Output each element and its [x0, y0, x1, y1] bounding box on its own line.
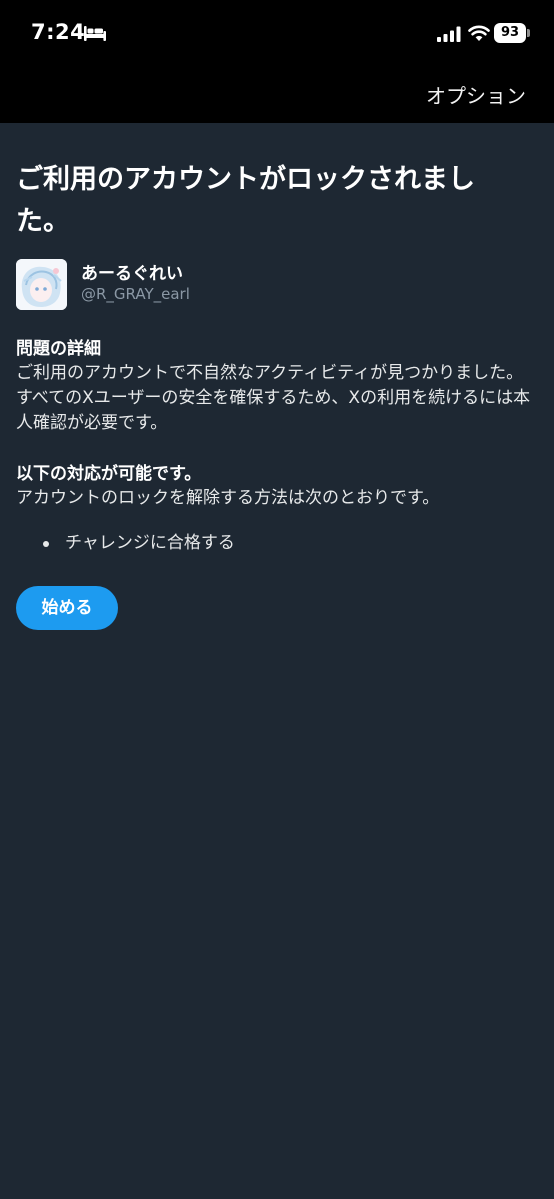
- details-heading: 問題の詳細: [16, 339, 101, 359]
- details-body: ご利用のアカウントで不自然なアクティビティが見つかりました。すべてのXユーザーの…: [16, 363, 531, 433]
- avatar-illustration-icon: [16, 259, 67, 310]
- signal-icon: [437, 26, 461, 42]
- account-handle: @R_GRAY_earl: [81, 285, 190, 303]
- start-button[interactable]: 始める: [16, 586, 118, 630]
- list-item: チャレンジに合格する: [43, 531, 538, 556]
- details-section: 問題の詳細 ご利用のアカウントで不自然なアクティビティが見つかりました。すべての…: [16, 337, 538, 436]
- action-list: チャレンジに合格する: [16, 531, 538, 556]
- options-button[interactable]: オプション: [426, 80, 526, 109]
- wifi-icon: [468, 25, 490, 41]
- battery-icon: 93: [494, 23, 530, 43]
- top-bar: 7:24 93 オプション: [0, 0, 554, 123]
- account-card: あーるぐれい @R_GRAY_earl: [16, 259, 538, 311]
- main-content: ご利用のアカウントがロックされました。 あーるぐれい @R_GRAY_earl …: [0, 159, 554, 630]
- display-name: あーるぐれい: [81, 264, 183, 284]
- actions-section: 以下の対応が可能です。 アカウントのロックを解除する方法は次のとおりです。: [16, 462, 538, 511]
- battery-tip: [527, 29, 530, 37]
- status-time: 7:24: [31, 20, 86, 44]
- actions-body: アカウントのロックを解除する方法は次のとおりです。: [16, 488, 440, 508]
- page-title: ご利用のアカウントがロックされました。: [16, 164, 475, 237]
- status-bar: 7:24 93: [0, 0, 554, 66]
- battery-level: 93: [494, 23, 526, 43]
- avatar: [16, 259, 67, 310]
- bed-icon: [84, 26, 106, 41]
- actions-heading: 以下の対応が可能です。: [16, 464, 202, 484]
